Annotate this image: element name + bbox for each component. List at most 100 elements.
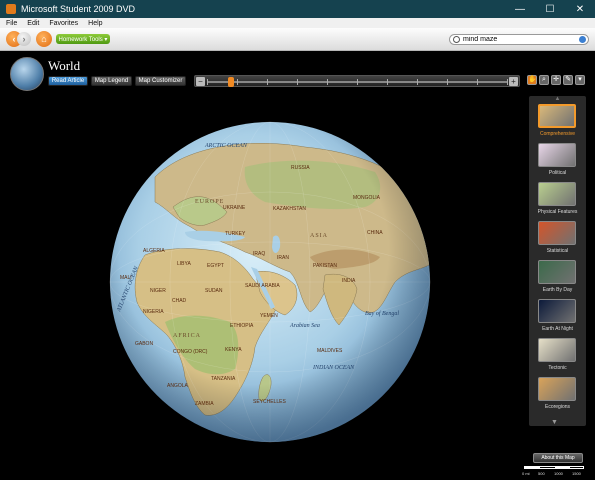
zoom-tick xyxy=(237,79,238,85)
zoom-in-button[interactable]: + xyxy=(509,77,518,86)
zoom-slider[interactable]: − + xyxy=(194,75,520,87)
pan-tool-icon[interactable]: ✋ xyxy=(527,75,537,85)
menu-file[interactable]: File xyxy=(6,20,17,27)
search-go-button[interactable] xyxy=(579,36,586,43)
search-input[interactable] xyxy=(463,36,573,43)
label-nigeria: NIGERIA xyxy=(143,309,164,315)
map-style-label: Ecoregions xyxy=(544,404,570,410)
label-pakistan: PAKISTAN xyxy=(313,263,337,269)
panel-up-icon[interactable]: ▲ xyxy=(529,96,586,104)
map-style-label: Earth By Day xyxy=(542,287,573,293)
label-india: INDIA xyxy=(342,278,356,284)
zoom-handle[interactable] xyxy=(228,77,234,87)
label-congo: CONGO (DRC) xyxy=(173,349,208,355)
forward-arrow-icon: › xyxy=(22,34,26,44)
map-style-thumbnail[interactable] xyxy=(538,143,576,167)
label-ukraine: UKRAINE xyxy=(223,205,246,211)
options-icon[interactable]: ▾ xyxy=(575,75,585,85)
app-icon xyxy=(6,4,16,14)
home-button[interactable]: ⌂ xyxy=(36,31,52,47)
page-title: World xyxy=(48,58,81,73)
zoom-tick xyxy=(507,79,508,85)
label-arabian-sea: Arabian Sea xyxy=(289,323,320,329)
search-box xyxy=(449,34,589,45)
search-icon xyxy=(453,36,460,43)
home-icon: ⌂ xyxy=(41,34,47,44)
tab-map-legend[interactable]: Map Legend xyxy=(91,76,132,86)
zoom-tick xyxy=(297,79,298,85)
homework-tools-button[interactable]: Homework Tools ▾ xyxy=(56,34,110,44)
map-style-thumbnail[interactable] xyxy=(538,377,576,401)
label-algeria: ALGERIA xyxy=(143,248,165,254)
forward-button[interactable]: › xyxy=(17,32,31,46)
title-bar: Microsoft Student 2009 DVD — ☐ ✕ xyxy=(0,0,595,18)
scale-bar: 0 mi 500 1000 1500 xyxy=(522,465,588,479)
zoom-tick xyxy=(447,79,448,85)
window-title: Microsoft Student 2009 DVD xyxy=(21,4,136,14)
pencil-icon[interactable]: ✎ xyxy=(563,75,573,85)
map-tools: ✋ ⌕ ✛ ✎ ▾ xyxy=(527,75,585,85)
label-zambia: ZAMBIA xyxy=(195,401,214,407)
label-iran: IRAN xyxy=(277,255,289,261)
map-style-label: Statistical xyxy=(546,248,569,254)
map-style-thumbnail[interactable] xyxy=(538,104,576,128)
label-asia: ASIA xyxy=(310,233,328,239)
about-this-map-button[interactable]: About this Map xyxy=(533,453,583,463)
zoom-tick xyxy=(207,79,208,85)
zoom-tick xyxy=(357,79,358,85)
label-bay-of-bengal: Bay of Bengal xyxy=(365,310,399,317)
map-style-label: Political xyxy=(548,170,567,176)
map-style-label: Tectonic xyxy=(548,365,567,371)
label-libya: LIBYA xyxy=(177,261,191,267)
map-viewer: World Read Article Map Legend Map Custom… xyxy=(0,51,595,480)
crosshair-icon[interactable]: ✛ xyxy=(551,75,561,85)
label-ethiopia: ETHIOPIA xyxy=(230,323,254,329)
toolbar: ‹ › ⌂ Homework Tools ▾ ▼ xyxy=(0,28,595,80)
map-style-thumbnail[interactable] xyxy=(538,182,576,206)
magnifier-icon[interactable]: ⌕ xyxy=(539,75,549,85)
label-yemen: YEMEN xyxy=(260,313,278,319)
map-style-label: Earth At Night xyxy=(542,326,573,332)
label-europe: EUROPE xyxy=(195,199,224,205)
map-style-thumbnail[interactable] xyxy=(538,338,576,362)
map-style-panel: ▲ Comprehensive Political Physical Feature… xyxy=(529,96,586,426)
scale-label: 1000 xyxy=(554,471,563,476)
panel-down-icon[interactable]: ▼ xyxy=(551,419,558,426)
zoom-track[interactable] xyxy=(207,77,508,87)
maximize-button[interactable]: ☐ xyxy=(535,0,565,18)
zoom-tick xyxy=(267,79,268,85)
map-style-thumbnail[interactable] xyxy=(538,221,576,245)
label-seychelles: SEYCHELLES xyxy=(253,399,286,405)
label-africa: AFRICA xyxy=(173,333,201,339)
tab-read-article[interactable]: Read Article xyxy=(48,76,88,86)
back-arrow-icon: ‹ xyxy=(12,34,16,44)
zoom-tick xyxy=(327,79,328,85)
globe-icon xyxy=(10,57,44,91)
label-turkey: TURKEY xyxy=(225,231,246,237)
scale-label: 0 mi xyxy=(522,471,530,476)
map-area[interactable]: ARCTIC OCEAN ATLANTIC OCEAN INDIAN OCEAN… xyxy=(0,91,525,480)
globe-map[interactable]: ARCTIC OCEAN ATLANTIC OCEAN INDIAN OCEAN… xyxy=(95,107,445,457)
menu-edit[interactable]: Edit xyxy=(27,20,39,27)
zoom-out-button[interactable]: − xyxy=(196,77,205,86)
map-style-thumbnail[interactable] xyxy=(538,299,576,323)
label-gabon: GABON xyxy=(135,341,153,347)
label-saudi-arabia: SAUDI ARABIA xyxy=(245,283,280,289)
close-button[interactable]: ✕ xyxy=(565,0,595,18)
menu-bar: File Edit Favorites Help xyxy=(0,18,595,28)
label-iraq: IRAQ xyxy=(253,251,265,257)
label-indian-ocean: INDIAN OCEAN xyxy=(312,365,355,371)
zoom-tick xyxy=(387,79,388,85)
label-kenya: KENYA xyxy=(225,347,242,353)
scale-label: 1500 xyxy=(572,471,581,476)
map-style-label: Physical Features xyxy=(537,209,578,215)
menu-help[interactable]: Help xyxy=(88,20,102,27)
tab-map-customizer[interactable]: Map Customizer xyxy=(135,76,186,86)
minimize-button[interactable]: — xyxy=(505,0,535,18)
scale-label: 500 xyxy=(538,471,545,476)
map-style-thumbnail[interactable] xyxy=(538,260,576,284)
label-sudan: SUDAN xyxy=(205,288,223,294)
map-style-label: Comprehensive xyxy=(539,131,576,137)
menu-favorites[interactable]: Favorites xyxy=(49,20,78,27)
label-mali: MALI xyxy=(120,275,132,281)
